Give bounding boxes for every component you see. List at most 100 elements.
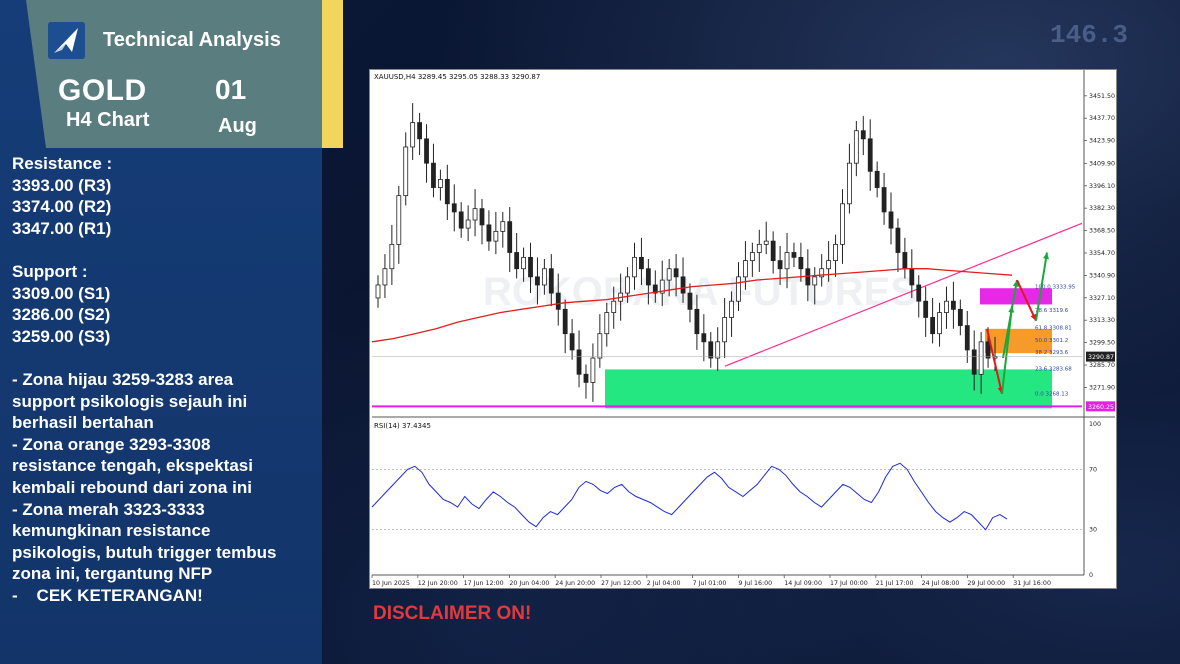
chart-watermark: ROKOBANA FUTURES [483,270,917,314]
green-support-zone [605,369,1052,409]
price-tick-label: 3451.50 [1089,93,1115,100]
date-tick-label: 12 Jun 20:00 [418,580,458,587]
candle-body [465,219,471,229]
candle-body [784,252,790,270]
candle-body [964,325,970,351]
candle-body [437,179,443,188]
candle-body [888,211,894,229]
candle-body [916,284,922,302]
yellow-accent-strip [322,0,343,148]
candle-body [895,227,901,253]
analysis-line: berhasil bertahan [12,413,154,433]
date-tick-label: 9 Jul 16:00 [738,580,772,587]
candle-body [833,243,838,262]
candle-body [597,333,603,359]
candle-body [978,341,984,375]
candle-body [937,312,942,335]
candle-body [528,256,533,278]
candle-body [590,357,596,383]
candle-body [417,122,422,140]
candle-body [500,221,506,232]
candle-body [749,252,755,262]
candle-body [909,268,915,286]
candle-body [791,252,797,258]
support-price-label: 3260.25 [1088,404,1114,411]
candle-body [770,240,776,262]
candle-body [569,333,575,351]
fib-label: 61.8 3308.81 [1035,325,1072,331]
candle-body [507,221,513,253]
candle-body [375,284,381,299]
fib-label: 78.6 3319.6 [1035,308,1069,314]
candle-body [701,333,707,343]
chart-window: ROKOBANA FUTURES 100.0 3333.95 78.6 3319.6… [369,69,1117,589]
candle-body [867,138,873,172]
candle-body [708,341,714,359]
analysis-line: kembali rebound dari zona ini [12,477,252,497]
date-tick-label: 17 Jul 00:00 [830,580,868,587]
disclaimer: DISCLAIMER ON! [373,603,532,624]
candle-body [424,138,429,164]
analysis-line: psikologis, butuh trigger tembus [12,542,277,562]
fib-label: 38.2 3293.6 [1035,350,1069,356]
analysis-line: resistance tengah, ekspektasi [12,456,253,476]
candle-body [743,260,748,278]
analysis-line: - Zona merah 3323-3333 [12,499,205,519]
rsi-tick-label: 0 [1089,572,1093,579]
analysis-line: support psikologis sejauh ini [12,391,248,411]
candle-body [639,256,644,270]
candle-body [763,240,769,245]
candle-body [777,260,783,270]
candle-body [957,308,963,326]
fib-label: 23.6 3283.68 [1035,366,1072,372]
candle-body [645,268,651,286]
analysis-line: 3393.00 (R3) [12,175,112,195]
candle-body [847,162,852,205]
brand-title: Technical Analysis [103,29,281,51]
price-tick-label: 3396.10 [1089,183,1115,190]
price-tick-label: 3299.50 [1089,340,1115,347]
candle-body [410,122,416,148]
candle-body [687,292,693,310]
candle-body [535,276,540,286]
date-tick-label: 24 Jul 08:00 [922,580,960,587]
candle-body [562,308,568,335]
candle-body [812,276,818,286]
candle-body [874,170,880,188]
candle-body [486,224,492,242]
date-tick-label: 14 Jul 09:00 [784,580,822,587]
price-tick-label: 3382.30 [1089,205,1115,212]
candle-body [555,292,561,310]
rsi-tick-label: 30 [1089,527,1097,534]
chart-symbol-header: XAUUSD,H4 3289.45 3295.05 3288.33 3290.8… [374,73,541,81]
candle-body [971,349,977,375]
price-tick-label: 3423.90 [1089,138,1115,145]
price-chart: ROKOBANA FUTURES 100.0 3333.9578.6 3319.6… [371,70,1115,587]
candle-body [576,349,582,375]
candle-body [923,300,929,318]
price-tick-label: 3340.90 [1089,272,1115,279]
analysis-line: - CEK KETERANGAN! [12,585,203,605]
analysis-line: kemungkinan resistance [12,521,211,541]
candle-body [985,341,991,359]
price-tick-label: 3409.90 [1089,160,1115,167]
candle-body [493,230,499,242]
candle-body [514,252,520,270]
rsi-tick-label: 100 [1089,421,1101,428]
candle-body [541,268,547,286]
asset-name: GOLD [58,74,147,107]
date-tick-label: 2 Jul 04:00 [647,580,681,587]
date-tick-label: 27 Jun 12:00 [601,580,641,587]
date-tick-label: 10 Jun 2025 [372,580,410,587]
candle-body [736,276,741,302]
brand-logo-icon [48,22,85,59]
analysis-line: - Zona hijau 3259-3283 area [12,369,234,389]
candle-body [521,256,526,270]
analysis-line: Resistance : [12,154,113,173]
price-tick-label: 3327.10 [1089,295,1115,302]
date-tick-label: 20 Jun 04:00 [509,580,549,587]
analysis-line: zona ini, tergantung NFP [12,564,213,584]
candle-body [403,146,409,197]
candle-body [902,252,908,270]
current-price-label: 3290.87 [1088,354,1114,361]
